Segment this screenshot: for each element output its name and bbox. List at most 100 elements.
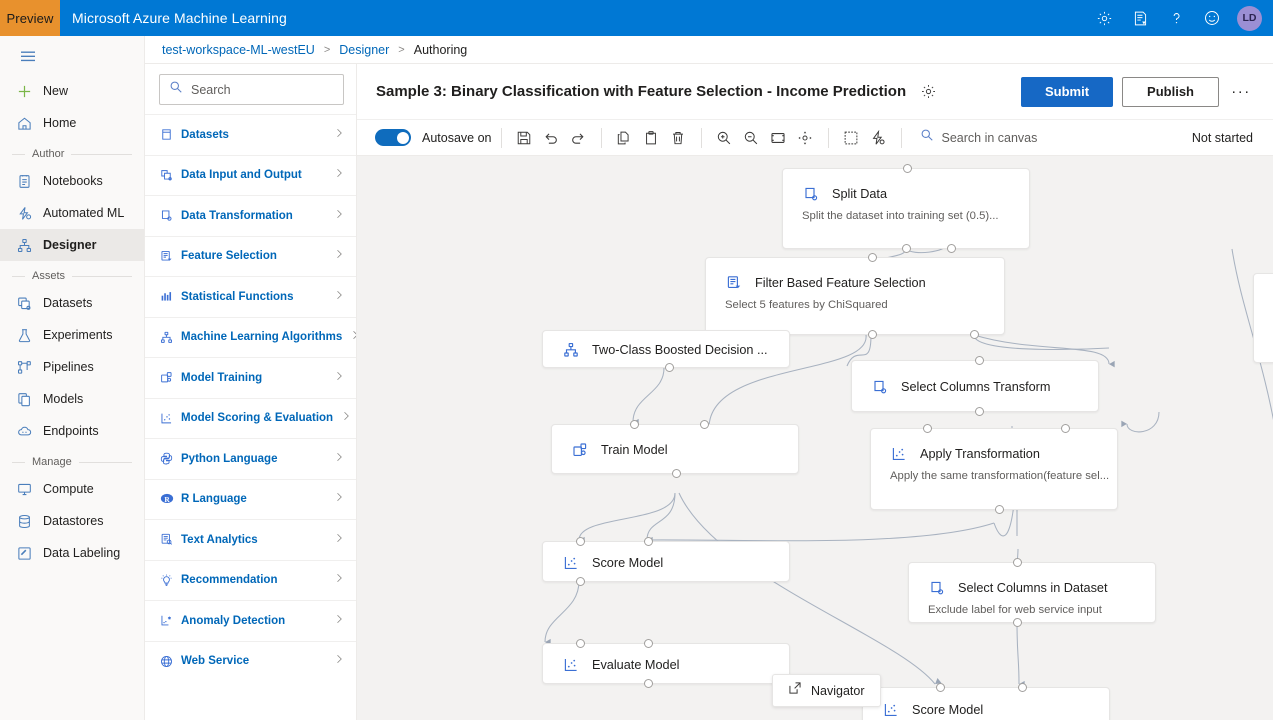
- breadcrumb-workspace[interactable]: test-workspace-ML-westEU: [162, 43, 315, 57]
- help-icon[interactable]: [1161, 3, 1191, 33]
- gear-icon[interactable]: [1089, 3, 1119, 33]
- node-port-out[interactable]: [576, 577, 585, 586]
- navigator-button[interactable]: Navigator: [772, 674, 881, 707]
- sidebar-item-notebooks[interactable]: Notebooks: [0, 165, 144, 197]
- palette-category-model-scoring-and-evaluation[interactable]: Model Scoring & Evaluation: [145, 398, 356, 439]
- model-training-icon: [159, 370, 174, 385]
- palette-category-feature-selection[interactable]: Feature Selection: [145, 236, 356, 277]
- node-port-out[interactable]: [995, 505, 1004, 514]
- sidebar-item-data-labeling[interactable]: Data Labeling: [0, 537, 144, 569]
- node-filter-based-feature-selection[interactable]: Filter Based Feature Selection Select 5 …: [705, 257, 1005, 335]
- node-evaluate-model[interactable]: Evaluate Model: [542, 643, 790, 684]
- reset-view-icon[interactable]: [792, 124, 819, 151]
- palette-category-web-service[interactable]: Web Service: [145, 641, 356, 682]
- node-port-out[interactable]: [1013, 618, 1022, 627]
- notebook-icon: [16, 173, 33, 190]
- pipeline-canvas[interactable]: Split Data Split the dataset into traini…: [357, 156, 1273, 720]
- grid-icon[interactable]: [838, 124, 865, 151]
- copy-icon[interactable]: [611, 124, 638, 151]
- preview-badge[interactable]: Preview: [0, 0, 60, 36]
- zoom-to-fit-icon[interactable]: [765, 124, 792, 151]
- node-port-out-right[interactable]: [947, 244, 956, 253]
- sidebar-item-datasets[interactable]: Datasets: [0, 287, 144, 319]
- feedback-form-icon[interactable]: [1125, 3, 1155, 33]
- paste-icon[interactable]: [638, 124, 665, 151]
- node-port-in-right[interactable]: [644, 537, 653, 546]
- palette-category-anomaly-detection[interactable]: Anomaly Detection: [145, 600, 356, 641]
- node-port-in-left[interactable]: [923, 424, 932, 433]
- breadcrumb-separator: >: [324, 44, 330, 56]
- node-port-out[interactable]: [672, 469, 681, 478]
- sidebar-item-endpoints[interactable]: Endpoints: [0, 415, 144, 447]
- palette-category-machine-learning-algorithms[interactable]: Machine Learning Algorithms: [145, 317, 356, 358]
- palette-category-r-language[interactable]: R R Language: [145, 479, 356, 520]
- submit-button[interactable]: Submit: [1021, 77, 1113, 107]
- sidebar-item-compute[interactable]: Compute: [0, 473, 144, 505]
- node-select-columns-transform[interactable]: Select Columns Transform: [851, 360, 1099, 412]
- more-options-button[interactable]: ···: [1228, 77, 1254, 107]
- canvas-search-input[interactable]: [942, 131, 1122, 145]
- undo-icon[interactable]: [538, 124, 565, 151]
- canvas-search[interactable]: [920, 128, 1122, 147]
- sidebar-item-home[interactable]: Home: [0, 107, 144, 139]
- publish-button[interactable]: Publish: [1122, 77, 1219, 107]
- palette-category-python-language[interactable]: Python Language: [145, 438, 356, 479]
- node-split-data[interactable]: Split Data Split the dataset into traini…: [782, 168, 1030, 249]
- save-icon[interactable]: [511, 124, 538, 151]
- node-port-in-right[interactable]: [1018, 683, 1027, 692]
- sidebar-item-models[interactable]: Models: [0, 383, 144, 415]
- sidebar-item-datastores[interactable]: Datastores: [0, 505, 144, 537]
- zoom-out-icon[interactable]: [738, 124, 765, 151]
- node-train-model[interactable]: Train Model: [551, 424, 799, 474]
- node-port-in-right[interactable]: [644, 639, 653, 648]
- node-port-out-left[interactable]: [902, 244, 911, 253]
- gear-icon[interactable]: [920, 83, 937, 100]
- palette-category-statistical-functions[interactable]: Statistical Functions: [145, 276, 356, 317]
- node-port-out[interactable]: [975, 407, 984, 416]
- palette-category-data-transformation[interactable]: Data Transformation: [145, 195, 356, 236]
- sidebar-item-pipelines[interactable]: Pipelines: [0, 351, 144, 383]
- autolayout-icon[interactable]: [865, 124, 892, 151]
- node-port-out-left[interactable]: [868, 330, 877, 339]
- sidebar-item-label: Datastores: [43, 514, 103, 528]
- palette-search-box[interactable]: [159, 74, 344, 105]
- node-port-out-right[interactable]: [970, 330, 979, 339]
- node-port-in-right[interactable]: [1061, 424, 1070, 433]
- node-select-columns-in-dataset[interactable]: Select Columns in Dataset Exclude label …: [908, 562, 1156, 623]
- node-subtitle: Exclude label for web service input: [909, 603, 1155, 616]
- sidebar-item-experiments[interactable]: Experiments: [0, 319, 144, 351]
- breadcrumb-designer[interactable]: Designer: [339, 43, 389, 57]
- node-port-in-right[interactable]: [700, 420, 709, 429]
- node-port-in-left[interactable]: [630, 420, 639, 429]
- node-port-in[interactable]: [903, 164, 912, 173]
- node-apply-transformation[interactable]: Apply Transformation Apply the same tran…: [870, 428, 1118, 510]
- avatar[interactable]: LD: [1237, 6, 1262, 31]
- node-port-out[interactable]: [644, 679, 653, 688]
- node-offscreen-right[interactable]: [1253, 273, 1273, 363]
- palette-category-model-training[interactable]: Model Training: [145, 357, 356, 398]
- sidebar-item-automated-ml[interactable]: Automated ML: [0, 197, 144, 229]
- node-port-in-left[interactable]: [576, 639, 585, 648]
- node-port-in[interactable]: [975, 356, 984, 365]
- menu-icon[interactable]: [0, 42, 144, 75]
- node-port-in-left[interactable]: [576, 537, 585, 546]
- autosave-toggle[interactable]: [375, 129, 411, 146]
- redo-icon[interactable]: [565, 124, 592, 151]
- node-port-in[interactable]: [1013, 558, 1022, 567]
- node-score-model-2[interactable]: Score Model: [862, 687, 1110, 720]
- node-port-in[interactable]: [868, 253, 877, 262]
- zoom-in-icon[interactable]: [711, 124, 738, 151]
- palette-category-datasets[interactable]: Datasets: [145, 114, 356, 155]
- smiley-icon[interactable]: [1197, 3, 1227, 33]
- sidebar-item-designer[interactable]: Designer: [0, 229, 144, 261]
- node-port-out[interactable]: [665, 363, 674, 372]
- search-input[interactable]: [191, 83, 334, 97]
- node-port-in-left[interactable]: [936, 683, 945, 692]
- node-score-model-1[interactable]: Score Model: [542, 541, 790, 582]
- palette-category-text-analytics[interactable]: Text Analytics: [145, 519, 356, 560]
- palette-category-recommendation[interactable]: Recommendation: [145, 560, 356, 601]
- palette-category-data-input-and-output[interactable]: Data Input and Output: [145, 155, 356, 196]
- sidebar-item-new[interactable]: New: [0, 75, 144, 107]
- delete-icon[interactable]: [665, 124, 692, 151]
- node-two-class-boosted-decision[interactable]: Two-Class Boosted Decision ...: [542, 330, 790, 368]
